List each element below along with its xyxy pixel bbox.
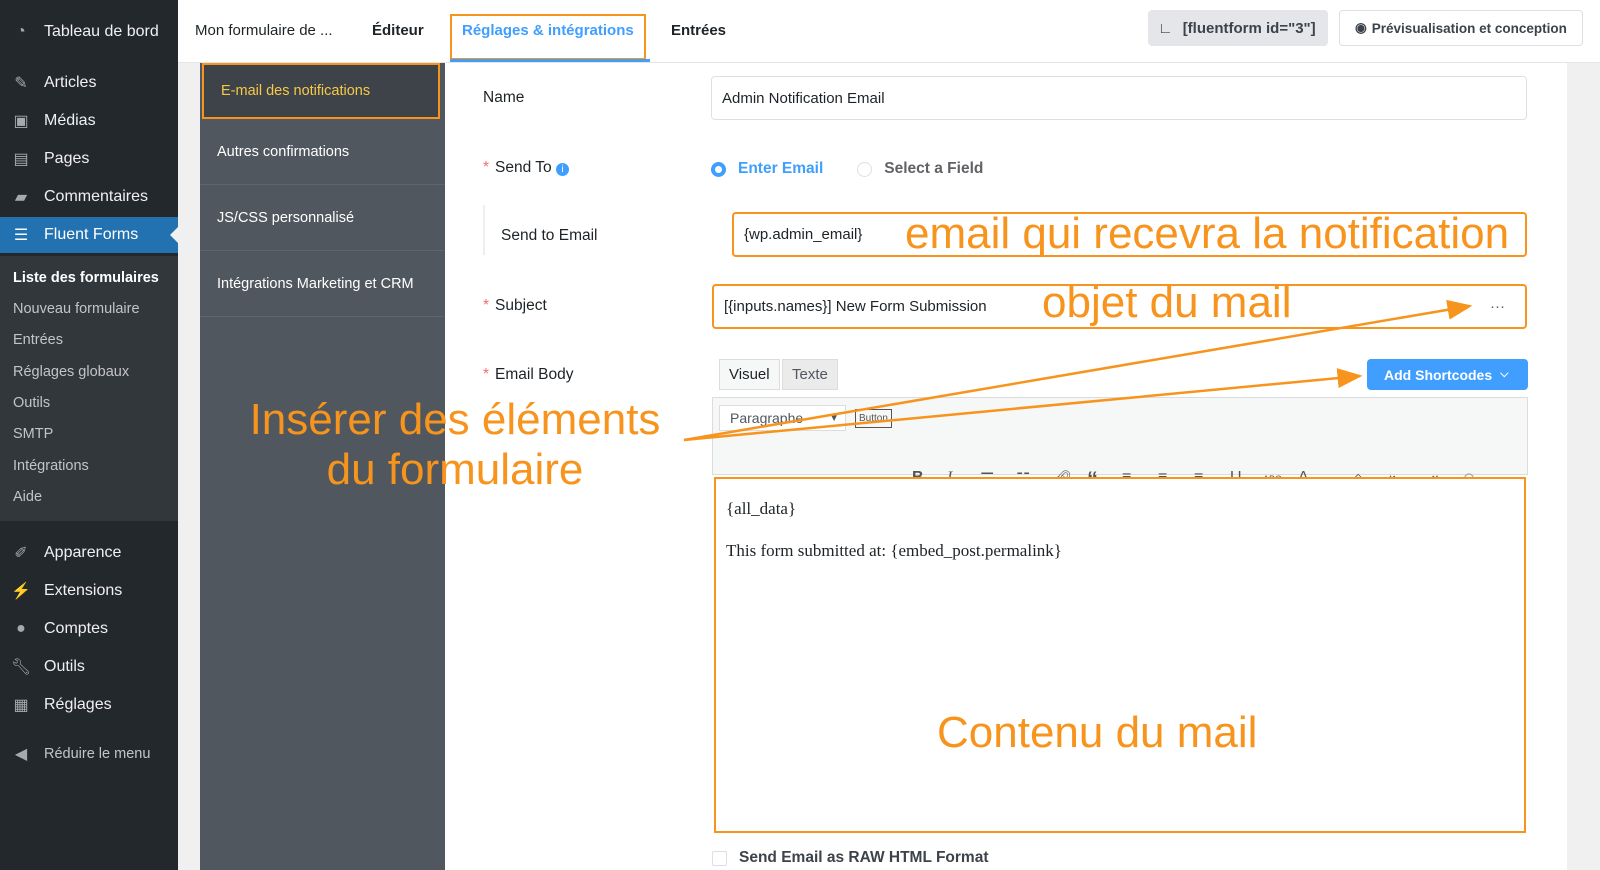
annotation-arrows <box>683 299 1473 442</box>
arrow-to-subject-more <box>683 299 1473 442</box>
arrow-to-add-shortcodes <box>683 368 1363 442</box>
